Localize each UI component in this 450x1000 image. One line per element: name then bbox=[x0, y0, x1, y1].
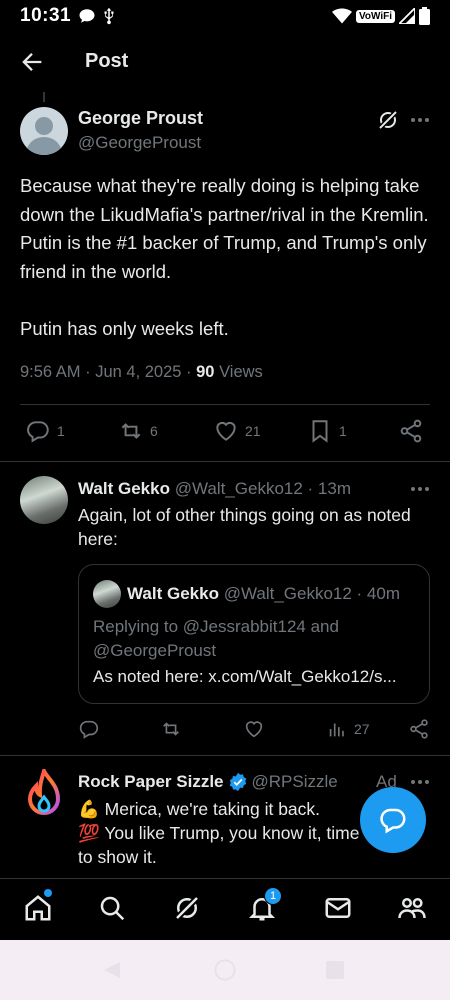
status-time: 10:31 bbox=[20, 5, 72, 26]
home-icon[interactable] bbox=[23, 893, 53, 923]
author-handle[interactable]: @GeorgeProust bbox=[78, 133, 201, 153]
reply-icon bbox=[79, 720, 99, 739]
system-recents-icon[interactable] bbox=[324, 958, 346, 982]
post-timestamp[interactable]: 9:56 AM · Jun 4, 2025 · bbox=[20, 363, 192, 381]
reply-author-name[interactable]: Walt Gekko bbox=[78, 479, 170, 498]
reply-views-count: 27 bbox=[354, 721, 370, 737]
repost-icon bbox=[121, 423, 141, 439]
compose-reply-fab[interactable] bbox=[360, 787, 426, 853]
share-icon bbox=[410, 719, 428, 739]
ad-text-line-1: 💪 Merica, we're taking it back. bbox=[78, 799, 321, 819]
like-button[interactable] bbox=[243, 718, 265, 740]
heart-icon bbox=[216, 421, 236, 441]
heart-icon bbox=[245, 721, 263, 738]
battery-icon bbox=[419, 7, 430, 25]
notifications-badge: 1 bbox=[264, 887, 282, 905]
ad-text: 💪 Merica, we're taking it back. 💯 You li… bbox=[78, 797, 378, 869]
reply-icon bbox=[27, 421, 49, 443]
views-label: Views bbox=[219, 363, 263, 381]
share-icon bbox=[400, 419, 422, 443]
analytics-icon bbox=[329, 723, 344, 737]
messages-icon[interactable] bbox=[323, 893, 353, 923]
more-options-icon[interactable] bbox=[408, 479, 432, 499]
author-avatar[interactable] bbox=[20, 107, 68, 155]
verified-badge-icon bbox=[229, 772, 246, 792]
system-home-icon[interactable] bbox=[210, 958, 240, 982]
reply-button[interactable] bbox=[78, 718, 100, 740]
vowifi-badge: VoWiFi bbox=[355, 9, 395, 23]
status-right-icons: VoWiFi bbox=[331, 7, 430, 25]
quote-replying-to: Replying to @Jessrabbit124 and @GeorgePr… bbox=[93, 617, 339, 660]
usb-icon bbox=[104, 7, 114, 25]
ad-text-line-2: 💯 You like Trump, you know it, time to s… bbox=[78, 823, 360, 867]
system-nav-bar bbox=[0, 940, 450, 1000]
system-back-icon[interactable] bbox=[100, 958, 124, 982]
bottom-nav: 1 bbox=[0, 878, 450, 940]
post-meta: 9:56 AM · Jun 4, 2025 · 90 Views bbox=[20, 363, 263, 382]
wifi-icon bbox=[331, 8, 352, 24]
bookmark-icon bbox=[312, 420, 328, 443]
like-count: 21 bbox=[245, 423, 261, 439]
reply-author-handle[interactable]: @Walt_Gekko12 bbox=[175, 479, 303, 498]
repost-count: 6 bbox=[150, 423, 158, 439]
reply-count: 1 bbox=[57, 423, 65, 439]
divider bbox=[0, 461, 450, 462]
quote-age: · 40m bbox=[356, 584, 401, 603]
default-avatar-icon bbox=[26, 117, 62, 155]
header: Post bbox=[0, 32, 450, 90]
reply-age: · 13m bbox=[307, 479, 352, 498]
post-action-bar: 1 6 21 1 bbox=[20, 418, 430, 450]
more-options-icon[interactable] bbox=[408, 108, 432, 132]
views-button[interactable]: 27 bbox=[326, 718, 370, 740]
repost-button[interactable]: 6 bbox=[118, 418, 158, 444]
home-new-indicator bbox=[44, 889, 52, 897]
ad-author-name[interactable]: Rock Paper Sizzle bbox=[78, 772, 224, 792]
search-icon[interactable] bbox=[97, 893, 127, 923]
status-bar: 10:31 VoWiFi bbox=[0, 0, 450, 32]
page-title: Post bbox=[85, 50, 129, 72]
chat-bubble-icon bbox=[380, 808, 406, 834]
author-name[interactable]: George Proust bbox=[78, 108, 203, 129]
ad-author-handle[interactable]: @RPSizzle bbox=[252, 772, 338, 792]
bookmark-count: 1 bbox=[339, 423, 347, 439]
ad-header: Rock Paper Sizzle @RPSizzle bbox=[78, 772, 338, 792]
views-count: 90 bbox=[196, 363, 215, 381]
share-button[interactable] bbox=[398, 418, 424, 444]
quote-author-avatar bbox=[93, 580, 121, 608]
repost-button[interactable] bbox=[160, 718, 182, 740]
quote-author-handle: @Walt_Gekko12 bbox=[223, 584, 352, 603]
quoted-post-card[interactable]: Walt Gekko @Walt_Gekko12 · 40m Replying … bbox=[78, 564, 430, 704]
repost-icon bbox=[163, 722, 179, 736]
reply-button[interactable]: 1 bbox=[25, 418, 65, 444]
divider bbox=[20, 404, 430, 405]
share-button[interactable] bbox=[408, 718, 430, 740]
signal-icon bbox=[399, 8, 415, 24]
reply-header: Walt Gekko @Walt_Gekko12 · 13m bbox=[78, 479, 351, 499]
grok-icon[interactable] bbox=[172, 893, 202, 923]
more-options-icon[interactable] bbox=[408, 772, 432, 792]
reply-text: Again, lot of other things going on as n… bbox=[78, 505, 411, 549]
quote-text: As noted here: x.com/Walt_Gekko12/s... bbox=[93, 667, 397, 686]
status-left-icons bbox=[78, 7, 116, 25]
rock-paper-sizzle-logo[interactable] bbox=[22, 769, 66, 819]
bookmark-button[interactable]: 1 bbox=[307, 418, 347, 444]
quote-header: Walt Gekko @Walt_Gekko12 · 40m bbox=[127, 584, 400, 604]
chat-notification-icon bbox=[79, 9, 95, 23]
reply-post[interactable]: Walt Gekko @Walt_Gekko12 · 13m Again, lo… bbox=[0, 463, 450, 755]
thread-connector-line bbox=[43, 92, 45, 102]
reply-author-avatar[interactable] bbox=[20, 476, 68, 524]
divider bbox=[0, 755, 450, 756]
post-text: Because what they're really doing is hel… bbox=[20, 175, 429, 339]
reply-action-bar: 27 bbox=[78, 718, 438, 744]
quote-author-name: Walt Gekko bbox=[127, 584, 219, 603]
back-arrow-icon[interactable] bbox=[18, 48, 46, 76]
grok-icon[interactable] bbox=[376, 108, 400, 132]
like-button[interactable]: 21 bbox=[213, 418, 261, 444]
communities-icon[interactable] bbox=[397, 893, 427, 923]
